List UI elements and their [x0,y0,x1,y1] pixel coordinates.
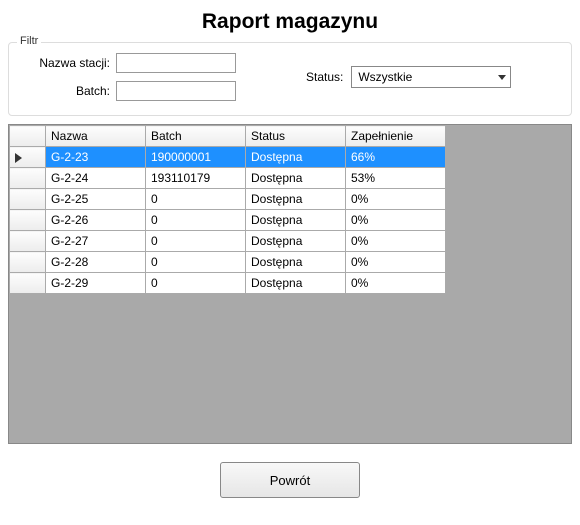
batch-label: Batch: [21,84,116,98]
cell-fill[interactable]: 0% [346,210,446,231]
row-header[interactable] [10,231,46,252]
cell-fill[interactable]: 0% [346,231,446,252]
cell-fill[interactable]: 0% [346,189,446,210]
cell-batch[interactable]: 0 [146,252,246,273]
table-row[interactable]: G-2-23190000001Dostępna66% [10,147,446,168]
cell-status[interactable]: Dostępna [246,210,346,231]
row-header[interactable] [10,273,46,294]
cell-batch[interactable]: 190000001 [146,147,246,168]
cell-name[interactable]: G-2-28 [46,252,146,273]
cell-name[interactable]: G-2-27 [46,231,146,252]
table-row[interactable]: G-2-250Dostępna0% [10,189,446,210]
table-row[interactable]: G-2-280Dostępna0% [10,252,446,273]
station-input[interactable] [116,53,236,73]
filter-panel: Filtr Nazwa stacji: Batch: Status: Wszys… [8,42,572,116]
cell-batch[interactable]: 0 [146,189,246,210]
status-dropdown-value: Wszystkie [358,70,412,84]
cell-fill[interactable]: 0% [346,252,446,273]
page-title: Raport magazynu [0,0,580,42]
col-header-name[interactable]: Nazwa [46,126,146,147]
table-row[interactable]: G-2-270Dostępna0% [10,231,446,252]
row-header[interactable] [10,189,46,210]
cell-status[interactable]: Dostępna [246,147,346,168]
cell-name[interactable]: G-2-23 [46,147,146,168]
cell-batch[interactable]: 0 [146,210,246,231]
data-grid[interactable]: Nazwa Batch Status Zapełnienie G-2-23190… [8,124,572,444]
chevron-down-icon [498,75,506,80]
cell-fill[interactable]: 66% [346,147,446,168]
batch-input[interactable] [116,81,236,101]
cell-status[interactable]: Dostępna [246,168,346,189]
cell-batch[interactable]: 193110179 [146,168,246,189]
back-button[interactable]: Powrót [220,462,360,498]
status-label: Status: [306,70,351,84]
table-row[interactable]: G-2-290Dostępna0% [10,273,446,294]
cell-status[interactable]: Dostępna [246,189,346,210]
cell-status[interactable]: Dostępna [246,273,346,294]
cell-name[interactable]: G-2-24 [46,168,146,189]
filter-legend: Filtr [17,35,41,47]
cell-batch[interactable]: 0 [146,231,246,252]
cell-status[interactable]: Dostępna [246,252,346,273]
col-header-selector[interactable] [10,126,46,147]
cell-status[interactable]: Dostępna [246,231,346,252]
table-row[interactable]: G-2-260Dostępna0% [10,210,446,231]
status-dropdown[interactable]: Wszystkie [351,66,511,88]
row-header[interactable] [10,210,46,231]
cell-name[interactable]: G-2-26 [46,210,146,231]
col-header-fill[interactable]: Zapełnienie [346,126,446,147]
table-row[interactable]: G-2-24193110179Dostępna53% [10,168,446,189]
cell-fill[interactable]: 53% [346,168,446,189]
cell-fill[interactable]: 0% [346,273,446,294]
row-indicator-icon [15,153,22,163]
station-label: Nazwa stacji: [21,56,116,70]
cell-name[interactable]: G-2-25 [46,189,146,210]
cell-name[interactable]: G-2-29 [46,273,146,294]
row-header[interactable] [10,147,46,168]
row-header[interactable] [10,252,46,273]
cell-batch[interactable]: 0 [146,273,246,294]
row-header[interactable] [10,168,46,189]
col-header-batch[interactable]: Batch [146,126,246,147]
col-header-status[interactable]: Status [246,126,346,147]
